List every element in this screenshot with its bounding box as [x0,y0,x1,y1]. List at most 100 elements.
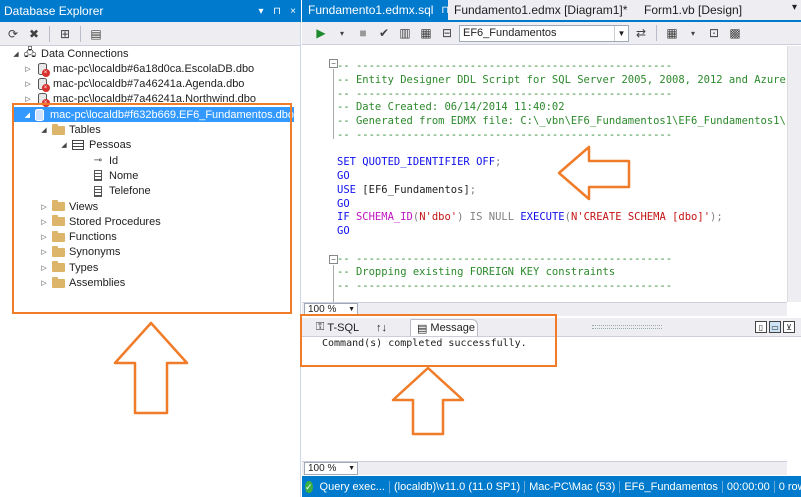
toolbar-separator [49,25,50,42]
code-token: [EF6_Fundamentos] [362,183,470,196]
code-token: -- -------------------------------------… [337,280,673,292]
fold-guide [333,265,334,302]
code-token: ; [469,183,477,196]
tree-node-mac-pc-localdb-7a46241a-agenda-dbo[interactable]: ▷ × mac-pc\localdb#7a46241a.Agenda.dbo [22,77,245,93]
code-line: -- Dropping existing FOREIGN KEY constra… [337,265,615,279]
refresh-icon[interactable]: ⟳ [4,25,22,43]
status-database: EF6_Fundamentos [620,480,723,493]
code-token: -- -------------------------------------… [337,252,673,265]
code-line: SET QUOTED_IDENTIFIER OFF; [337,155,501,169]
code-token: -- Entity Designer DDL Script for SQL Se… [337,73,786,86]
code-line: IF SCHEMA_ID(N'dbo') IS NULL EXECUTE(N'C… [337,210,723,224]
code-token: -- Generated from EDMX file: C:\_vbn\EF6… [337,115,801,127]
status-query: Query exec... [316,480,390,493]
splitter-grip[interactable] [592,325,662,329]
code-token: -- -------------------------------------… [337,128,673,141]
code-line: -- -------------------------------------… [337,87,672,101]
options-icon[interactable]: ⊡ [705,24,723,42]
dropdown-arrow-icon[interactable]: ▾ [684,24,702,42]
pin-icon[interactable]: ⊓ [269,6,285,17]
code-token: GO [337,225,350,237]
split-vertical-icon[interactable]: ▯ [755,321,767,333]
tree-node-label: mac-pc\localdb#6a18d0ca.EscolaDB.dbo [53,62,255,75]
code-line: -- Generated from EDMX file: C:\_vbn\EF6… [337,114,801,128]
code-token: GO [337,197,350,210]
split-horizontal-icon[interactable]: ▭ [769,321,781,333]
dropdown-arrow-icon[interactable]: ▾ [333,24,351,42]
tab-overflow-icon[interactable]: ▾ [792,2,797,13]
code-line: -- Entity Designer DDL Script for SQL Se… [337,73,786,87]
close-icon[interactable]: × [285,6,301,17]
tab-fundamento1-edmx-sql[interactable]: Fundamento1.edmx.sql ⊓ × [302,0,460,20]
collapsed-arrow-icon[interactable]: ▷ [22,65,34,73]
results-icon[interactable]: ▦ [417,24,435,42]
status-user: Mac-PC\Mac (53) [525,480,621,493]
code-token: ; [495,156,502,169]
tree-node-data-connections[interactable]: ◢ 🖧 Data Connections [10,46,128,61]
stop-icon[interactable]: ✖ [25,25,43,43]
panel-title: Database Explorer [4,4,104,18]
tab-form1-design[interactable]: Form1.vb [Design] [638,0,778,20]
execute-icon[interactable]: ▶ [312,24,330,42]
stop-icon[interactable]: ■ [354,24,372,42]
database-explorer-title-bar: Database Explorer ▾ ⊓ × [0,0,301,22]
toolbar-separator [80,25,81,42]
tree-node-icon: 🖧 [22,47,38,61]
explain-icon[interactable]: ▥ [396,24,414,42]
grid-icon[interactable]: ▦ [663,24,681,42]
database-selector[interactable]: EF6_Fundamentos ▼ [459,24,629,42]
chevron-down-icon: ▼ [348,306,355,313]
tree-node-label: Data Connections [41,47,129,60]
sql-editor-toolbar: ▶ ▾ ■ ✔ ▥ ▦ ⊟ EF6_Fundamentos ▼ ⇄ ▦ ▾ ⊡ … [302,22,801,45]
connect-icon[interactable]: ⊞ [56,25,74,43]
tree-node-mac-pc-localdb-6a18d0ca-escoladb-dbo[interactable]: ▷ × mac-pc\localdb#6a18d0ca.EscolaDB.dbo [22,61,255,77]
code-token: N'CREATE SCHEMA [dbo]' [570,211,711,224]
code-token: IF [337,211,356,224]
database-icon: × [37,62,50,77]
code-line: GO [337,197,350,211]
code-token: ) IS NULL [457,211,521,224]
code-line: GO [337,224,350,238]
properties-icon[interactable]: ▤ [87,25,105,43]
chevron-down-icon: ▼ [614,25,628,41]
code-line: -- -------------------------------------… [337,252,672,266]
tab-label: Fundamento1.edmx [Diagram1]* [454,3,628,17]
collapse-icon[interactable]: − [329,255,338,264]
tree-node-label: mac-pc\localdb#7a46241a.Agenda.dbo [53,78,245,91]
database-explorer-toolbar: ⟳ ✖ ⊞ ▤ [0,22,300,46]
tab-diagram1[interactable]: Fundamento1.edmx [Diagram1]* [448,0,638,20]
collapse-icon[interactable]: − [329,59,338,68]
zoom-selector[interactable]: 100 % ▼ [304,462,358,475]
code-token: GO [337,170,350,182]
sql-code-editor[interactable]: -- -------------------------------------… [302,46,801,302]
success-icon: ✓ [305,480,313,493]
code-token: USE [337,183,363,196]
parse-icon[interactable]: ✔ [375,24,393,42]
vertical-scrollbar[interactable] [787,46,801,302]
expanded-arrow-icon[interactable]: ◢ [10,50,22,58]
arrow-up-icon [113,321,189,415]
code-token: EXECUTE [520,211,565,224]
collapsed-arrow-icon[interactable]: ▷ [22,80,34,88]
highlight-box-message [300,314,557,367]
query-status-bar: ✓ Query exec... (localdb)\v11.0 (11.0 SP… [302,476,801,497]
code-token: SET QUOTED_IDENTIFIER OFF [337,156,496,169]
highlight-box-explorer [12,103,292,314]
code-line: USE [EF6_Fundamentos]; [337,183,476,197]
code-line: -- -------------------------------------… [337,59,672,73]
arrow-left-icon [557,145,631,201]
code-token: SCHEMA_ID [355,211,413,224]
status-rows: 0 rows [778,480,801,493]
client-stats-icon[interactable]: ▩ [726,24,744,42]
change-connection-icon[interactable]: ⇄ [632,24,650,42]
code-token: -- Date Created: 06/14/2014 11:40:02 [337,101,565,114]
results-zoom-bar: 100 % ▼ [302,461,787,475]
panel-dropdown-icon[interactable]: ▾ [253,6,269,17]
arrow-up-icon [391,366,465,436]
chevron-down-icon: ▼ [348,465,355,472]
collapse-pane-icon[interactable]: ⊻ [783,321,795,333]
code-token: N'dbo' [419,211,458,224]
include-plan-icon[interactable]: ⊟ [438,24,456,42]
fold-guide [333,69,334,139]
document-tabs: Fundamento1.edmx.sql ⊓ × Fundamento1.edm… [302,0,801,22]
